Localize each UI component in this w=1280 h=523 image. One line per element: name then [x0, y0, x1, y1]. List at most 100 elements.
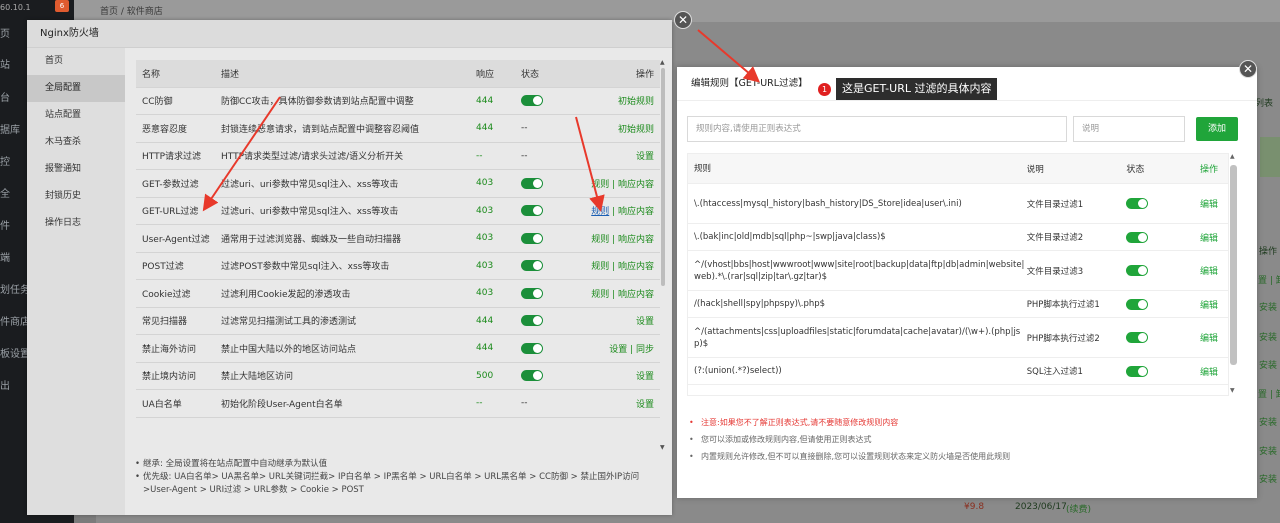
- rule-actions[interactable]: 初始规则: [576, 122, 660, 135]
- menu-item-block-history[interactable]: 封锁历史: [27, 183, 125, 210]
- close-icon[interactable]: ✕: [1239, 60, 1257, 78]
- rule-state[interactable]: [521, 177, 576, 189]
- edit-link[interactable]: 编辑: [1188, 264, 1228, 277]
- rule-state[interactable]: [521, 370, 576, 382]
- rule-status[interactable]: [1126, 265, 1188, 276]
- scroll-up-icon[interactable]: ▲: [1230, 153, 1235, 160]
- rule-input[interactable]: 规则内容,请使用正则表达式: [687, 116, 1067, 142]
- table-scrollbar[interactable]: ▲ ▼: [660, 60, 666, 452]
- menu-item-home[interactable]: 首页: [27, 48, 125, 75]
- status-toggle[interactable]: [1126, 365, 1149, 377]
- scroll-up-icon[interactable]: ▲: [660, 60, 666, 66]
- rule-actions[interactable]: 规则 | 响应内容: [576, 232, 660, 245]
- status-toggle[interactable]: [1126, 265, 1149, 276]
- rule-actions[interactable]: 初始规则: [576, 94, 660, 107]
- menu-item-alert[interactable]: 报警通知: [27, 156, 125, 183]
- status-toggle[interactable]: [521, 370, 543, 382]
- background-link[interactable]: 安装: [1259, 415, 1277, 428]
- rule-actions[interactable]: 规则 | 响应内容: [576, 204, 660, 217]
- edit-link[interactable]: 编辑: [1188, 231, 1228, 244]
- edit-link[interactable]: 编辑: [1188, 365, 1228, 378]
- status-toggle[interactable]: [521, 232, 543, 244]
- background-link[interactable]: 安装: [1259, 330, 1277, 343]
- rule-state[interactable]: [521, 342, 576, 354]
- status-toggle[interactable]: [521, 95, 543, 107]
- nav-item-software-store[interactable]: 件商店: [0, 316, 30, 330]
- rule-row: (?:define|eval|file_get_contents|include…: [688, 385, 1228, 395]
- status-toggle[interactable]: [1126, 332, 1149, 343]
- status-toggle[interactable]: [1126, 198, 1149, 209]
- nav-item-site[interactable]: 站: [0, 59, 26, 73]
- scroll-thumb[interactable]: [1230, 165, 1237, 365]
- rule-actions[interactable]: 规则 | 响应内容: [576, 177, 660, 190]
- nav-item-home[interactable]: 页: [0, 28, 26, 42]
- menu-item-site-config[interactable]: 站点配置: [27, 102, 125, 129]
- menu-item-trojan-scan[interactable]: 木马查杀: [27, 129, 125, 156]
- rule-state[interactable]: [521, 315, 576, 327]
- background-banner: [1260, 137, 1280, 177]
- edit-link[interactable]: 编辑: [1188, 197, 1228, 210]
- status-toggle[interactable]: [521, 260, 543, 272]
- rule-actions[interactable]: 设置: [576, 369, 660, 382]
- status-toggle[interactable]: [521, 315, 543, 327]
- rule-state[interactable]: [521, 260, 576, 272]
- rule-status[interactable]: [1126, 365, 1188, 377]
- background-link[interactable]: 置 | 卸载: [1258, 273, 1280, 286]
- edit-link[interactable]: 编辑: [1188, 298, 1228, 311]
- rule-status[interactable]: [1126, 298, 1188, 310]
- close-icon[interactable]: ✕: [674, 11, 692, 29]
- scroll-down-icon[interactable]: ▼: [1230, 387, 1235, 394]
- background-link[interactable]: 安装: [1259, 444, 1277, 457]
- rule-actions[interactable]: 设置: [576, 397, 660, 410]
- rule-status[interactable]: [1126, 198, 1188, 209]
- annotation-callout: 这是GET-URL 过滤的具体内容: [836, 78, 998, 100]
- status-toggle[interactable]: [1126, 231, 1149, 243]
- nav-item-ftp[interactable]: 台: [0, 92, 26, 106]
- rule-actions[interactable]: 设置 | 同步: [576, 342, 660, 355]
- background-renew-link[interactable]: (续费): [1066, 502, 1091, 515]
- add-button[interactable]: 添加: [1196, 117, 1238, 141]
- rule-name: 禁止海外访问: [142, 344, 197, 355]
- rule-state[interactable]: [521, 205, 576, 217]
- rule-actions[interactable]: 规则 | 响应内容: [576, 287, 660, 300]
- nav-item-database[interactable]: 据库: [0, 124, 26, 138]
- rule-actions[interactable]: 设置: [576, 149, 660, 162]
- background-link[interactable]: 置 | 卸载: [1258, 387, 1280, 400]
- note-regex: 您可以添加或修改规则内容,但请使用正则表达式: [689, 431, 1239, 448]
- nav-item-security[interactable]: 全: [0, 188, 26, 202]
- nav-item-panel-settings[interactable]: 板设置: [0, 348, 30, 362]
- menu-item-operation-log[interactable]: 操作日志: [27, 210, 125, 237]
- nav-item-monitor[interactable]: 控: [0, 156, 26, 170]
- status-toggle[interactable]: [521, 342, 543, 354]
- table-row: User-Agent过滤 通常用于过滤浏览器、蜘蛛及一些自动扫描器 403 规则 | …: [136, 225, 660, 253]
- rule-actions[interactable]: 规则 | 响应内容: [576, 259, 660, 272]
- rule-state[interactable]: [521, 232, 576, 244]
- rule-state[interactable]: [521, 95, 576, 107]
- rule-actions[interactable]: 设置: [576, 314, 660, 327]
- rule-description: 过滤uri、uri参数中常见sql注入、xss等攻击: [221, 179, 399, 190]
- background-link[interactable]: 安装: [1259, 358, 1277, 371]
- rule-table-body: \.(htaccess|mysql_history|bash_history|D…: [688, 184, 1228, 395]
- rule-description: 文件目录过滤2: [1026, 233, 1084, 243]
- status-toggle[interactable]: [521, 205, 543, 217]
- background-link[interactable]: 安装: [1259, 300, 1277, 313]
- nav-item-terminal[interactable]: 端: [0, 252, 26, 266]
- nav-item-cron[interactable]: 划任务: [0, 284, 30, 298]
- description-input[interactable]: 说明: [1073, 116, 1185, 142]
- background-link[interactable]: 安装: [1259, 472, 1277, 485]
- rule-name: POST过滤: [142, 262, 184, 273]
- scroll-down-icon[interactable]: ▼: [660, 445, 666, 451]
- status-toggle[interactable]: [1126, 298, 1149, 310]
- rule-state[interactable]: [521, 287, 576, 299]
- rule-status[interactable]: [1126, 332, 1188, 343]
- status-toggle[interactable]: [521, 287, 543, 299]
- menu-item-global-config[interactable]: 全局配置: [27, 75, 125, 102]
- edit-link[interactable]: 编辑: [1188, 331, 1228, 344]
- nav-item-files[interactable]: 件: [0, 220, 26, 234]
- rule-status[interactable]: [1126, 231, 1188, 243]
- rule-table-scrollbar[interactable]: ▲ ▼: [1229, 153, 1238, 396]
- scroll-thumb[interactable]: [661, 68, 665, 286]
- status-toggle[interactable]: [521, 177, 543, 189]
- nav-item-logout[interactable]: 出: [0, 380, 26, 394]
- rule-name: GET-参数过滤: [142, 179, 199, 190]
